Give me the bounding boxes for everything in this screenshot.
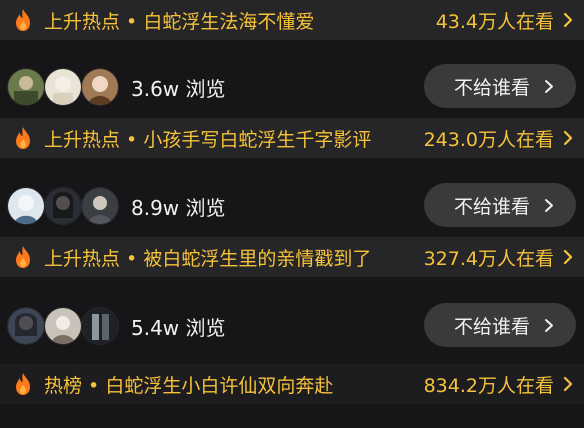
trend-title: 上升热点 • 小孩手写白蛇浮生千字影评 [44,128,372,151]
avatar [81,307,119,345]
chevron-right-icon [563,12,573,28]
trending-topic-bar[interactable]: 上升热点 • 小孩手写白蛇浮生千字影评 243.0万人在看 [0,118,584,158]
trending-topic-bar[interactable]: 热榜 • 白蛇浮生小白许仙双向奔赴 834.2万人在看 [0,364,584,404]
trend-title: 上升热点 • 被白蛇浮生里的亲情戳到了 [44,247,372,270]
avatar [44,187,82,225]
avatar [81,68,119,106]
post-stats-row: 3.6w 浏览 不给谁看 [0,51,584,123]
hide-from-label: 不给谁看 [453,195,530,218]
chevron-right-icon [545,318,553,332]
hide-from-label: 不给谁看 [453,76,530,99]
chevron-right-icon [545,79,553,93]
avatar [7,68,45,106]
avatar [44,68,82,106]
view-count: 8.9w 浏览 [131,195,226,220]
trending-topic-bar[interactable]: 上升热点 • 被白蛇浮生里的亲情戳到了 327.4万人在看 [0,237,584,277]
trend-viewers: 43.4万人在看 [435,10,554,33]
chevron-right-icon [545,198,553,212]
hide-from-button[interactable]: 不给谁看 [424,64,576,108]
hide-from-button[interactable]: 不给谁看 [424,303,576,347]
flame-icon [16,127,30,149]
avatar [44,307,82,345]
flame-icon [16,373,30,395]
trend-viewers: 834.2万人在看 [423,374,554,397]
view-count: 3.6w 浏览 [131,76,226,101]
flame-icon [16,246,30,268]
chevron-right-icon [563,249,573,265]
avatar [81,187,119,225]
viewer-avatars [7,187,119,225]
avatar [7,187,45,225]
avatar [7,307,45,345]
trend-viewers: 243.0万人在看 [423,128,554,151]
post-stats-row: 8.9w 浏览 不给谁看 [0,170,584,242]
hide-from-button[interactable]: 不给谁看 [424,183,576,227]
flame-icon [16,9,30,31]
trend-title: 热榜 • 白蛇浮生小白许仙双向奔赴 [44,374,334,397]
trend-viewers: 327.4万人在看 [423,247,554,270]
hide-from-label: 不给谁看 [453,315,530,338]
viewer-avatars [7,307,119,345]
post-stats-row: 5.4w 浏览 不给谁看 [0,290,584,362]
view-count: 5.4w 浏览 [131,315,226,340]
trending-topic-bar[interactable]: 上升热点 • 白蛇浮生法海不懂爱 43.4万人在看 [0,0,584,40]
chevron-right-icon [563,130,573,146]
viewer-avatars [7,68,119,106]
chevron-right-icon [563,376,573,392]
trend-title: 上升热点 • 白蛇浮生法海不懂爱 [44,10,315,33]
